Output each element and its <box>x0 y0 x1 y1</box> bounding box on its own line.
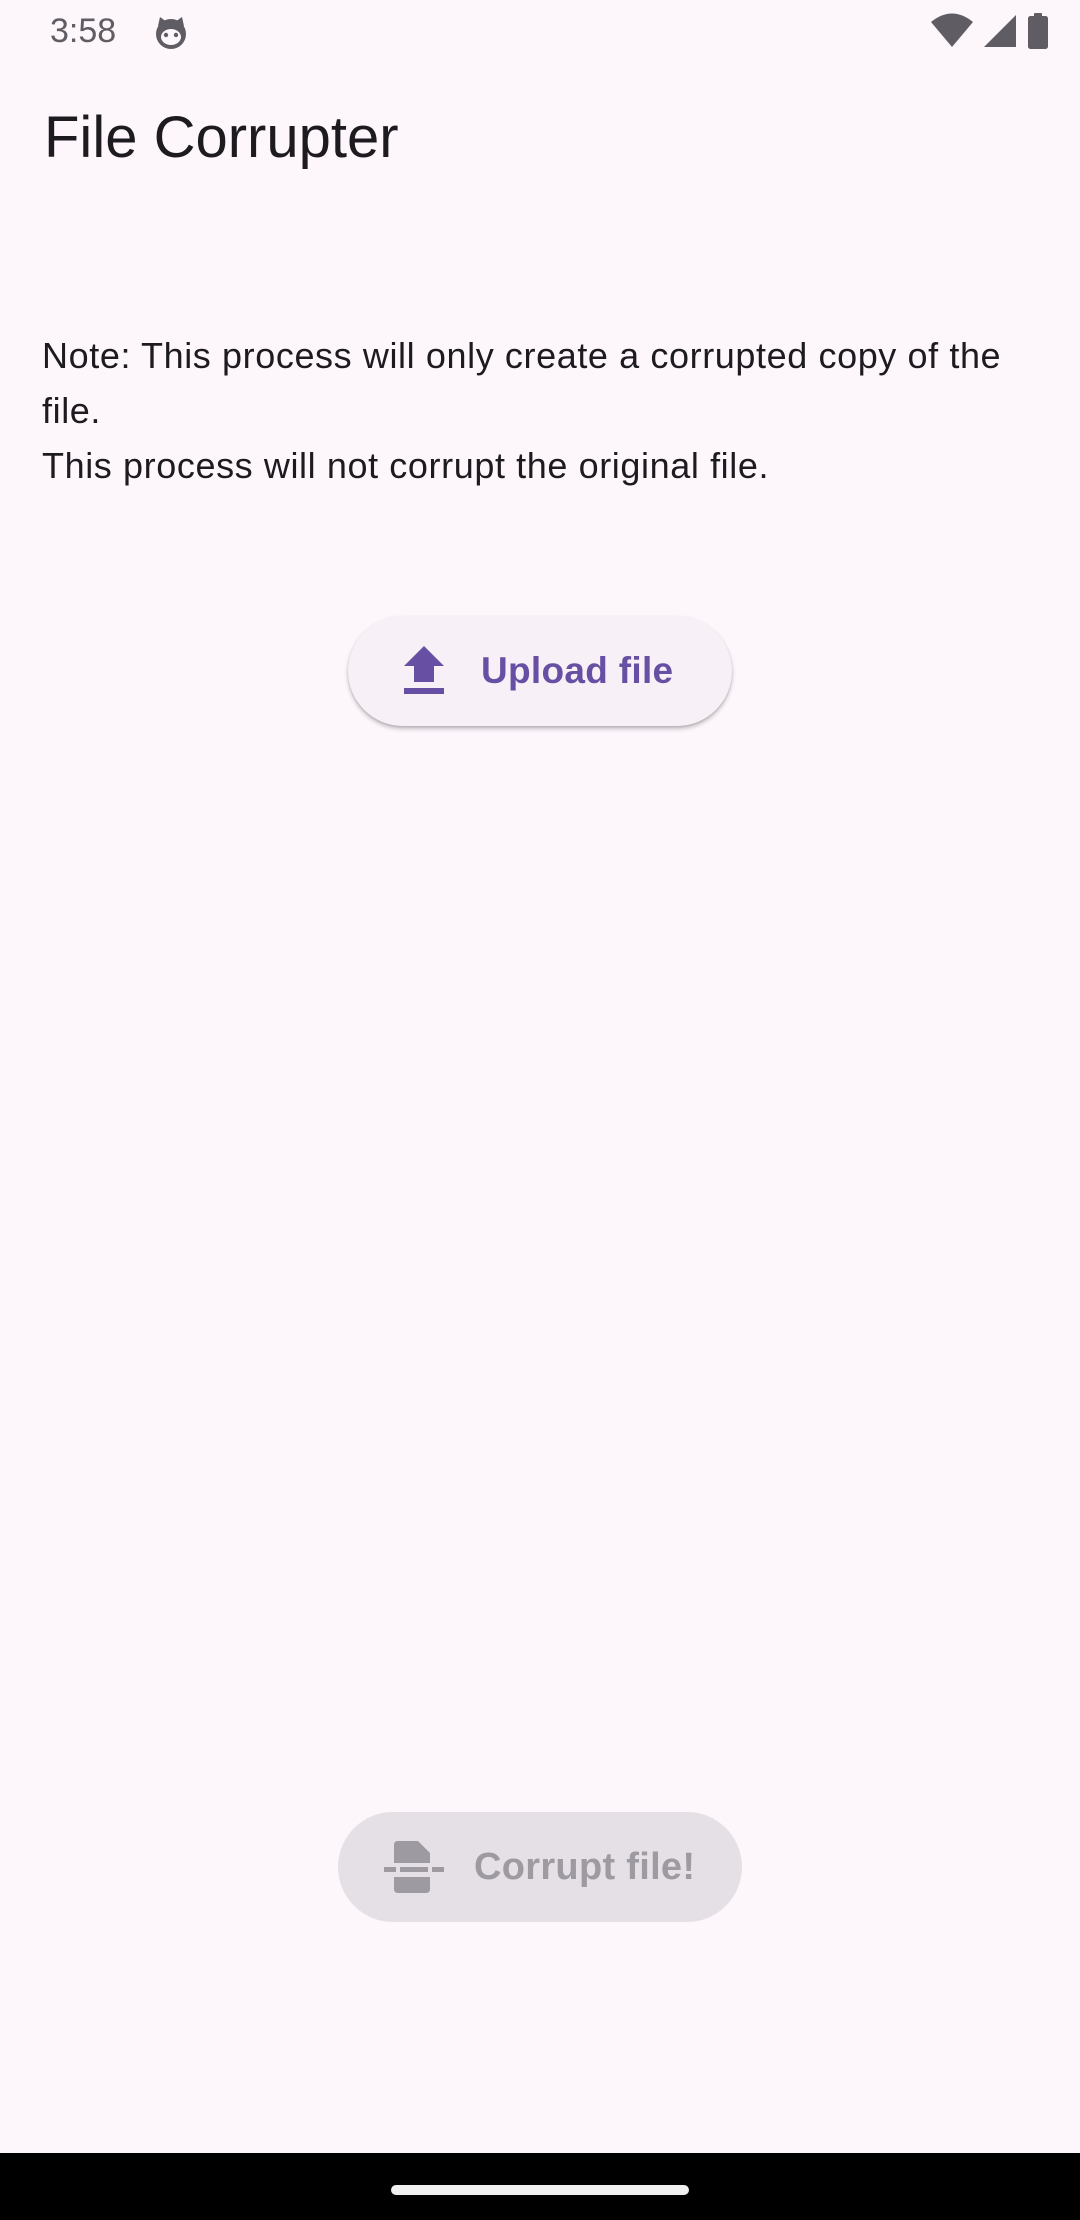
home-gesture-handle[interactable] <box>391 2185 689 2195</box>
status-time: 3:58 <box>50 12 117 50</box>
upload-file-label: Upload file <box>481 650 674 691</box>
cat-face-icon <box>153 15 189 51</box>
note-line-2: This process will not corrupt the origin… <box>42 445 770 486</box>
file-cut-icon <box>384 1839 444 1895</box>
cellular-signal-icon <box>982 13 1018 54</box>
corrupt-file-button[interactable]: Corrupt file! <box>338 1812 742 1922</box>
upload-icon <box>402 646 446 696</box>
wifi-icon <box>930 13 974 54</box>
note-line-1: Note: This process will only create a co… <box>42 335 1002 431</box>
corrupt-file-label: Corrupt file! <box>474 1845 696 1888</box>
status-indicators <box>930 12 1050 55</box>
upload-file-button[interactable]: Upload file <box>348 616 732 726</box>
battery-icon <box>1026 12 1050 55</box>
status-bar: 3:58 <box>0 0 1080 66</box>
note-text: Note: This process will only create a co… <box>42 328 1042 493</box>
navigation-bar <box>0 2153 1080 2220</box>
page-title: File Corrupter <box>44 105 399 170</box>
